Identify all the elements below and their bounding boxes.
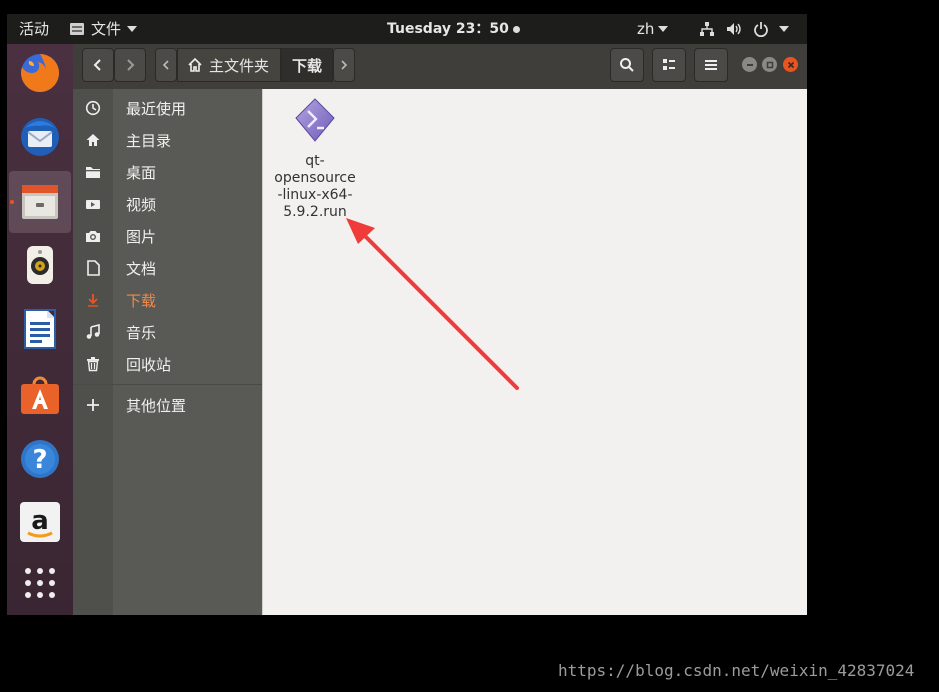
watermark: https://blog.csdn.net/weixin_42837024 bbox=[558, 661, 915, 680]
annotation-arrow-icon bbox=[346, 218, 519, 390]
